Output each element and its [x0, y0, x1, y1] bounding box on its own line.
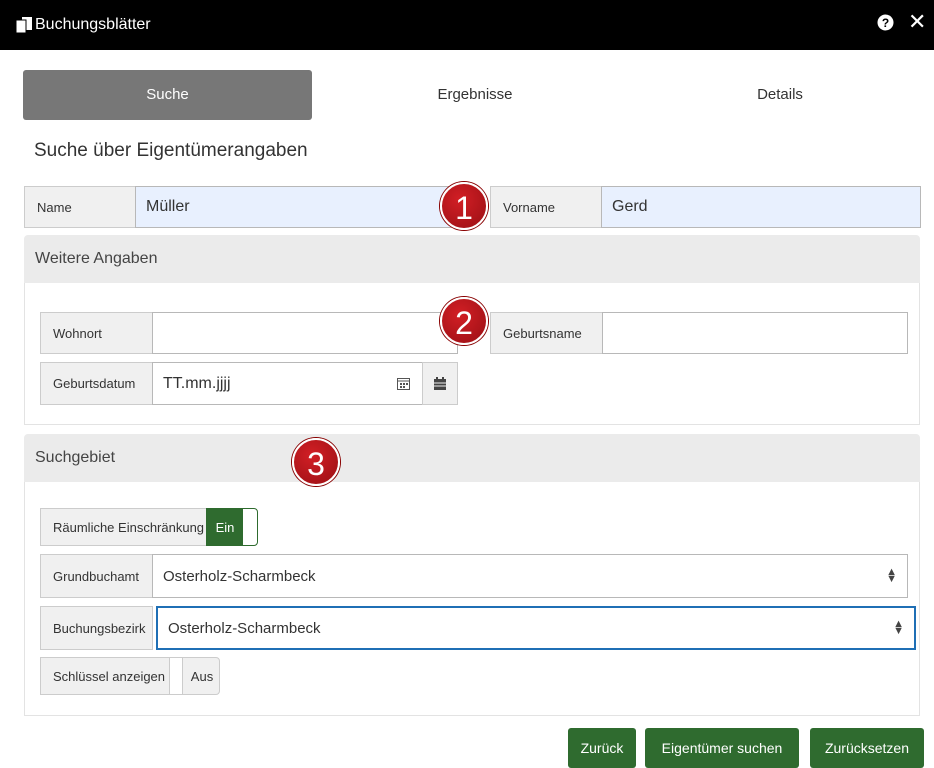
- grundbuchamt-label: Grundbuchamt: [40, 554, 153, 598]
- toggle-off-label: Aus: [190, 668, 214, 684]
- tab-suche[interactable]: Suche: [23, 70, 312, 120]
- geburtsdatum-input[interactable]: TT.mm.jjjj: [152, 362, 423, 405]
- grundbuchamt-value: Osterholz-Scharmbeck: [163, 567, 316, 585]
- grundbuchamt-select[interactable]: Osterholz-Scharmbeck ▲ ▼: [152, 554, 908, 598]
- annotation-marker-2: 2: [440, 297, 488, 345]
- vorname-label: Vorname: [490, 186, 602, 228]
- zurueck-button[interactable]: Zurück: [568, 728, 636, 768]
- tab-details[interactable]: Details: [650, 70, 910, 120]
- date-picker-icon[interactable]: [397, 377, 410, 390]
- name-input[interactable]: Müller: [135, 186, 465, 228]
- toggle-on-label: Ein: [207, 509, 243, 545]
- geburtsdatum-placeholder: TT.mm.jjjj: [163, 374, 231, 392]
- documents-icon: [16, 17, 32, 33]
- wohnort-label: Wohnort: [40, 312, 153, 354]
- zuruecksetzen-button[interactable]: Zurücksetzen: [810, 728, 924, 768]
- geburtsname-input[interactable]: [602, 312, 908, 354]
- calendar-icon: [434, 377, 446, 390]
- geburtsdatum-label: Geburtsdatum: [40, 362, 153, 405]
- suchgebiet-header[interactable]: Suchgebiet: [24, 434, 920, 482]
- schluessel-anzeigen-label: Schlüssel anzeigen: [40, 657, 170, 695]
- geburtsname-label: Geburtsname: [490, 312, 603, 354]
- sort-arrows-icon: ▲ ▼: [886, 566, 897, 585]
- svg-text:?: ?: [882, 16, 889, 30]
- tab-ergebnisse[interactable]: Ergebnisse: [350, 70, 600, 120]
- weitere-angaben-header[interactable]: Weitere Angaben: [24, 235, 920, 283]
- buchungsbezirk-value: Osterholz-Scharmbeck: [168, 619, 321, 637]
- raeumliche-einschraenkung-label: Räumliche Einschränkung: [40, 508, 207, 546]
- help-icon[interactable]: ?: [877, 14, 894, 31]
- name-label: Name: [24, 186, 136, 228]
- vorname-input[interactable]: Gerd: [601, 186, 921, 228]
- eigentuemer-suchen-button[interactable]: Eigentümer suchen: [645, 728, 799, 768]
- raeumliche-einschraenkung-toggle[interactable]: Ein: [206, 508, 258, 546]
- close-icon[interactable]: ✕: [908, 11, 926, 33]
- wohnort-input[interactable]: [152, 312, 458, 354]
- buchungsbezirk-select[interactable]: Osterholz-Scharmbeck ▲ ▼: [156, 606, 916, 650]
- sort-arrows-icon: ▲ ▼: [893, 618, 904, 637]
- annotation-marker-3: 3: [292, 438, 340, 486]
- calendar-button[interactable]: [422, 362, 458, 405]
- window-titlebar: Buchungsblätter ? ✕: [0, 0, 934, 50]
- buchungsbezirk-label: Buchungsbezirk: [40, 606, 153, 650]
- annotation-marker-1: 1: [440, 182, 488, 230]
- schluessel-anzeigen-toggle[interactable]: Aus: [169, 657, 220, 695]
- window-title: Buchungsblätter: [35, 16, 151, 33]
- page-title: Suche über Eigentümerangaben: [34, 140, 308, 161]
- toggle-knob: [170, 658, 183, 694]
